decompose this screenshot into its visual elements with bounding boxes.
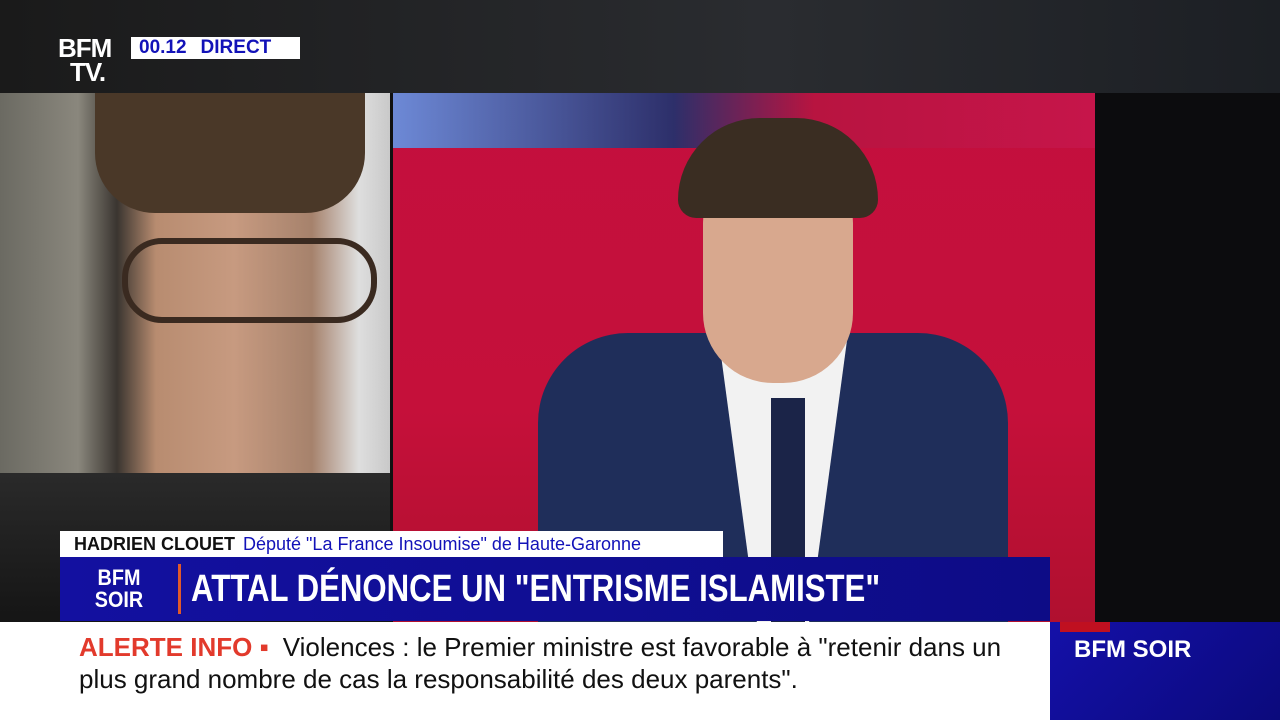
- guest-title: Député "La France Insoumise" de Haute-Ga…: [243, 534, 642, 554]
- alert-label: ALERTE INFO ▪: [79, 632, 269, 662]
- live-badge: DIRECT: [200, 37, 272, 58]
- red-accent: [1060, 622, 1110, 632]
- divider: [178, 564, 181, 614]
- show-line2: SOIR: [94, 587, 144, 612]
- guest-hair: [95, 93, 365, 213]
- guest-name-bar: HADRIEN CLOUET Député "La France Insoumis…: [60, 531, 723, 557]
- bfm-soir-logo: BFM SOIR: [66, 567, 172, 611]
- headline-bar: BFM SOIR ATTAL DÉNONCE UN "ENTRISME ISLAM…: [60, 557, 1050, 621]
- logo-line2: TV.: [70, 57, 106, 87]
- live-clock: 00.12 DIRECT: [131, 37, 300, 59]
- headline-text: ATTAL DÉNONCE UN "ENTRISME ISLAMISTE": [191, 567, 881, 610]
- guest-glasses: [122, 238, 377, 323]
- studio-dark-area: [1095, 93, 1280, 623]
- bfmtv-logo: BFM TV.: [58, 35, 112, 87]
- time: 00.12: [139, 37, 187, 58]
- brand-panel: BFM SOIR: [1050, 622, 1280, 720]
- guest-name: HADRIEN CLOUET: [74, 534, 235, 554]
- news-ticker: ALERTE INFO ▪ Violences : le Premier mini…: [0, 622, 1052, 720]
- brand-label: BFM SOIR: [1074, 636, 1192, 663]
- show-line1: BFM: [97, 565, 141, 590]
